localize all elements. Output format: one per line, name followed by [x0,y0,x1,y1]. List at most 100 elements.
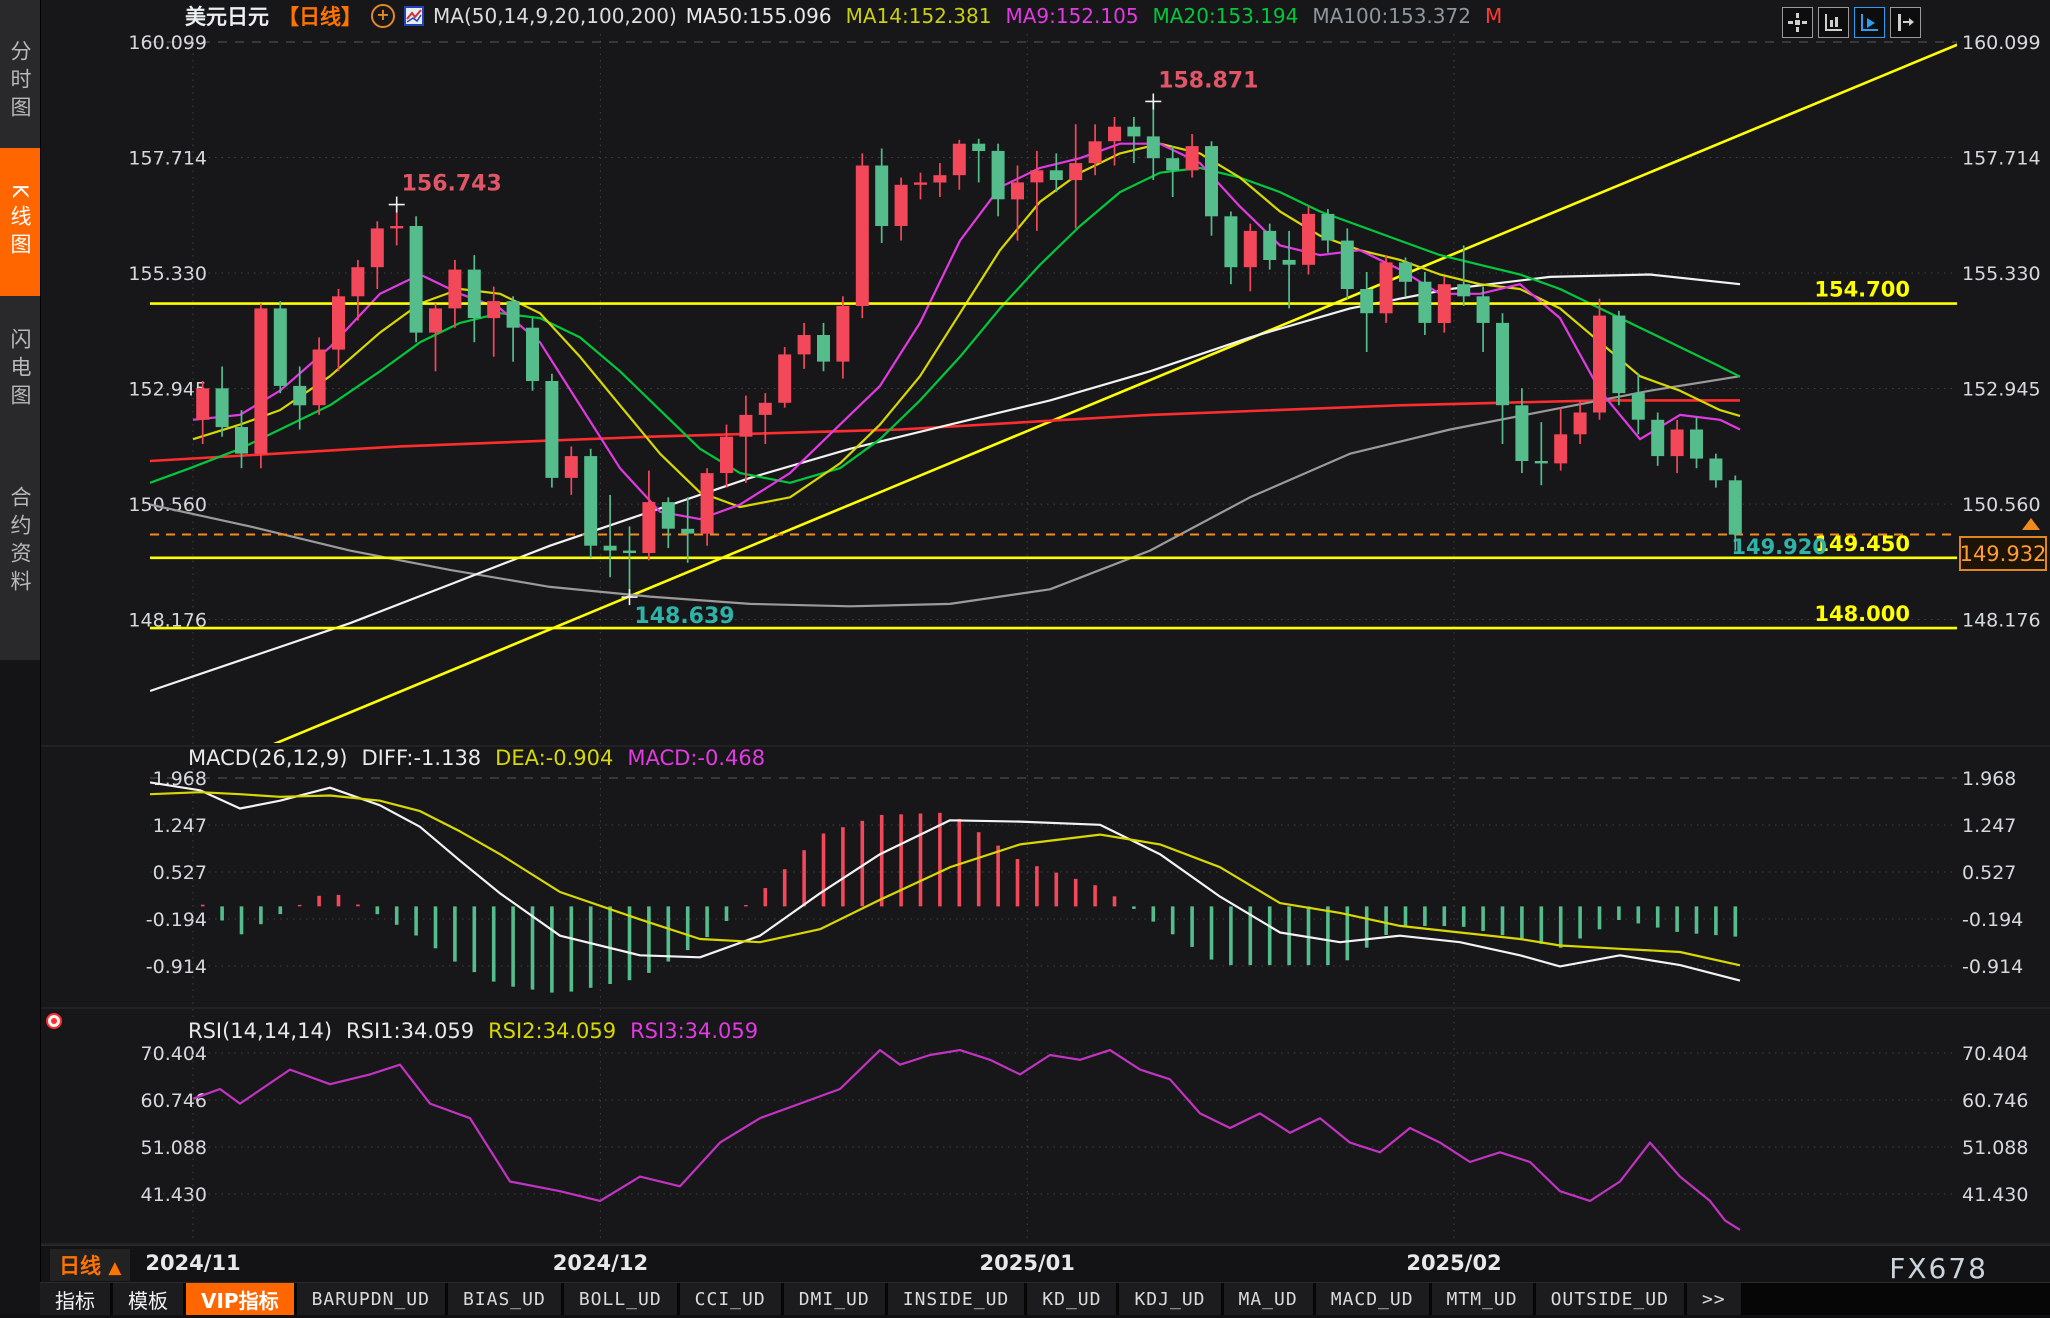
candle[interactable] [1477,296,1490,323]
candle[interactable] [623,551,636,553]
candle[interactable] [1496,323,1509,405]
crosshair-target-icon[interactable] [46,1013,62,1029]
candle[interactable] [1574,413,1587,435]
candle[interactable] [274,308,287,386]
candle[interactable] [1089,141,1102,163]
period-tag[interactable]: 【日线】 [278,1,362,31]
sidebar-item-2[interactable]: K线图 [0,148,40,296]
candle[interactable] [1302,214,1315,265]
candle[interactable] [526,328,539,381]
candle[interactable] [1554,434,1567,463]
indicator-tab-barupdn-ud[interactable]: BARUPDN_UD [297,1283,445,1315]
candle[interactable] [1671,430,1684,457]
candle[interactable] [1341,241,1354,289]
indicator-tab-ma-ud[interactable]: MA_UD [1224,1283,1313,1315]
candle[interactable] [1612,316,1625,394]
candle[interactable] [1457,284,1470,296]
candle[interactable] [1224,216,1237,267]
candle[interactable] [1515,405,1528,461]
candle[interactable] [1535,461,1548,463]
candle[interactable] [1108,127,1121,142]
candle[interactable] [1244,231,1257,267]
indicator-tab-cci-ud[interactable]: CCI_UD [680,1283,781,1315]
candle[interactable] [895,185,908,226]
candle[interactable] [817,335,830,362]
candle[interactable] [1380,262,1393,313]
candle[interactable] [1632,393,1645,420]
add-indicator-icon[interactable]: + [371,4,395,28]
candle[interactable] [662,502,675,529]
price-up-arrow-icon[interactable] [2022,518,2040,530]
candle[interactable] [565,456,578,478]
indicator-tab-kd-ud[interactable]: KD_UD [1027,1283,1116,1315]
sidebar-item-4[interactable]: 合约资料 [0,440,40,644]
candle[interactable] [293,386,306,405]
chart-type-icon[interactable] [404,6,424,26]
indicator-tab-inside-ud[interactable]: INSIDE_UD [888,1283,1025,1315]
candle[interactable] [1283,260,1296,265]
candle[interactable] [351,267,364,296]
candle[interactable] [410,226,423,333]
candle[interactable] [1050,170,1063,180]
candle[interactable] [856,166,869,307]
candle[interactable] [584,456,597,546]
candle[interactable] [390,226,403,228]
indicator-tab-macd-ud[interactable]: MACD_UD [1316,1283,1429,1315]
indicator-tab-vip指标[interactable]: VIP指标 [186,1283,294,1315]
current-price-badge[interactable]: 149.932 [1959,536,2047,571]
candle[interactable] [507,301,520,328]
candle[interactable] [992,151,1005,199]
candle[interactable] [1263,231,1276,260]
candle[interactable] [642,502,655,553]
chart-area[interactable]: 160.099160.099157.714157.714155.330155.3… [0,0,2050,1314]
candle[interactable] [468,270,481,318]
candle[interactable] [972,144,985,151]
candle[interactable] [836,306,849,362]
candle[interactable] [1147,136,1160,158]
sidebar-item-3[interactable]: 闪电图 [0,310,40,430]
candle[interactable] [1321,214,1334,241]
candle[interactable] [933,175,946,182]
candle[interactable] [371,228,384,267]
candle[interactable] [681,529,694,534]
candle[interactable] [216,388,229,427]
candle[interactable] [429,308,442,332]
candle[interactable] [1399,262,1412,281]
indicator-tab-bias-ud[interactable]: BIAS_UD [448,1283,561,1315]
candle[interactable] [1186,146,1199,170]
candle[interactable] [701,473,714,534]
candle[interactable] [1069,163,1082,180]
axis-scale-tool-button[interactable] [1818,7,1849,38]
auto-scroll-tool-button[interactable] [1854,7,1885,38]
candle[interactable] [1651,420,1664,456]
candle[interactable] [1166,158,1179,170]
price-level-label[interactable]: 154.700 [1814,278,1910,302]
candle[interactable] [1709,459,1722,481]
candle[interactable] [914,182,927,184]
candle[interactable] [545,381,558,478]
candle[interactable] [1127,127,1140,137]
candle[interactable] [1593,316,1606,413]
indicator-tab-指标[interactable]: 指标 [40,1283,110,1315]
indicator-tab-kdj-ud[interactable]: KDJ_UD [1119,1283,1220,1315]
sidebar-item-1[interactable]: 分时图 [0,16,40,148]
snap-right-tool-button[interactable] [1890,7,1921,38]
candle[interactable] [953,144,966,176]
candle[interactable] [487,301,500,318]
candle[interactable] [1690,430,1703,459]
candle[interactable] [1030,170,1043,182]
candle[interactable] [1360,289,1373,313]
indicator-tab-模板[interactable]: 模板 [113,1283,183,1315]
candle[interactable] [1438,284,1451,323]
move-tool-button[interactable] [1782,7,1813,38]
indicator-tab-dmi-ud[interactable]: DMI_UD [784,1283,885,1315]
candle[interactable] [1418,282,1431,323]
indicator-tab-mtm-ud[interactable]: MTM_UD [1432,1283,1533,1315]
indicator-tab-boll-ud[interactable]: BOLL_UD [564,1283,677,1315]
candle[interactable] [235,427,248,454]
candle[interactable] [1729,480,1742,534]
candle[interactable] [875,166,888,227]
candle[interactable] [1205,146,1218,216]
chart-svg[interactable]: 160.099160.099157.714157.714155.330155.3… [0,0,2050,1314]
indicator-tab-outside-ud[interactable]: OUTSIDE_UD [1536,1283,1684,1315]
